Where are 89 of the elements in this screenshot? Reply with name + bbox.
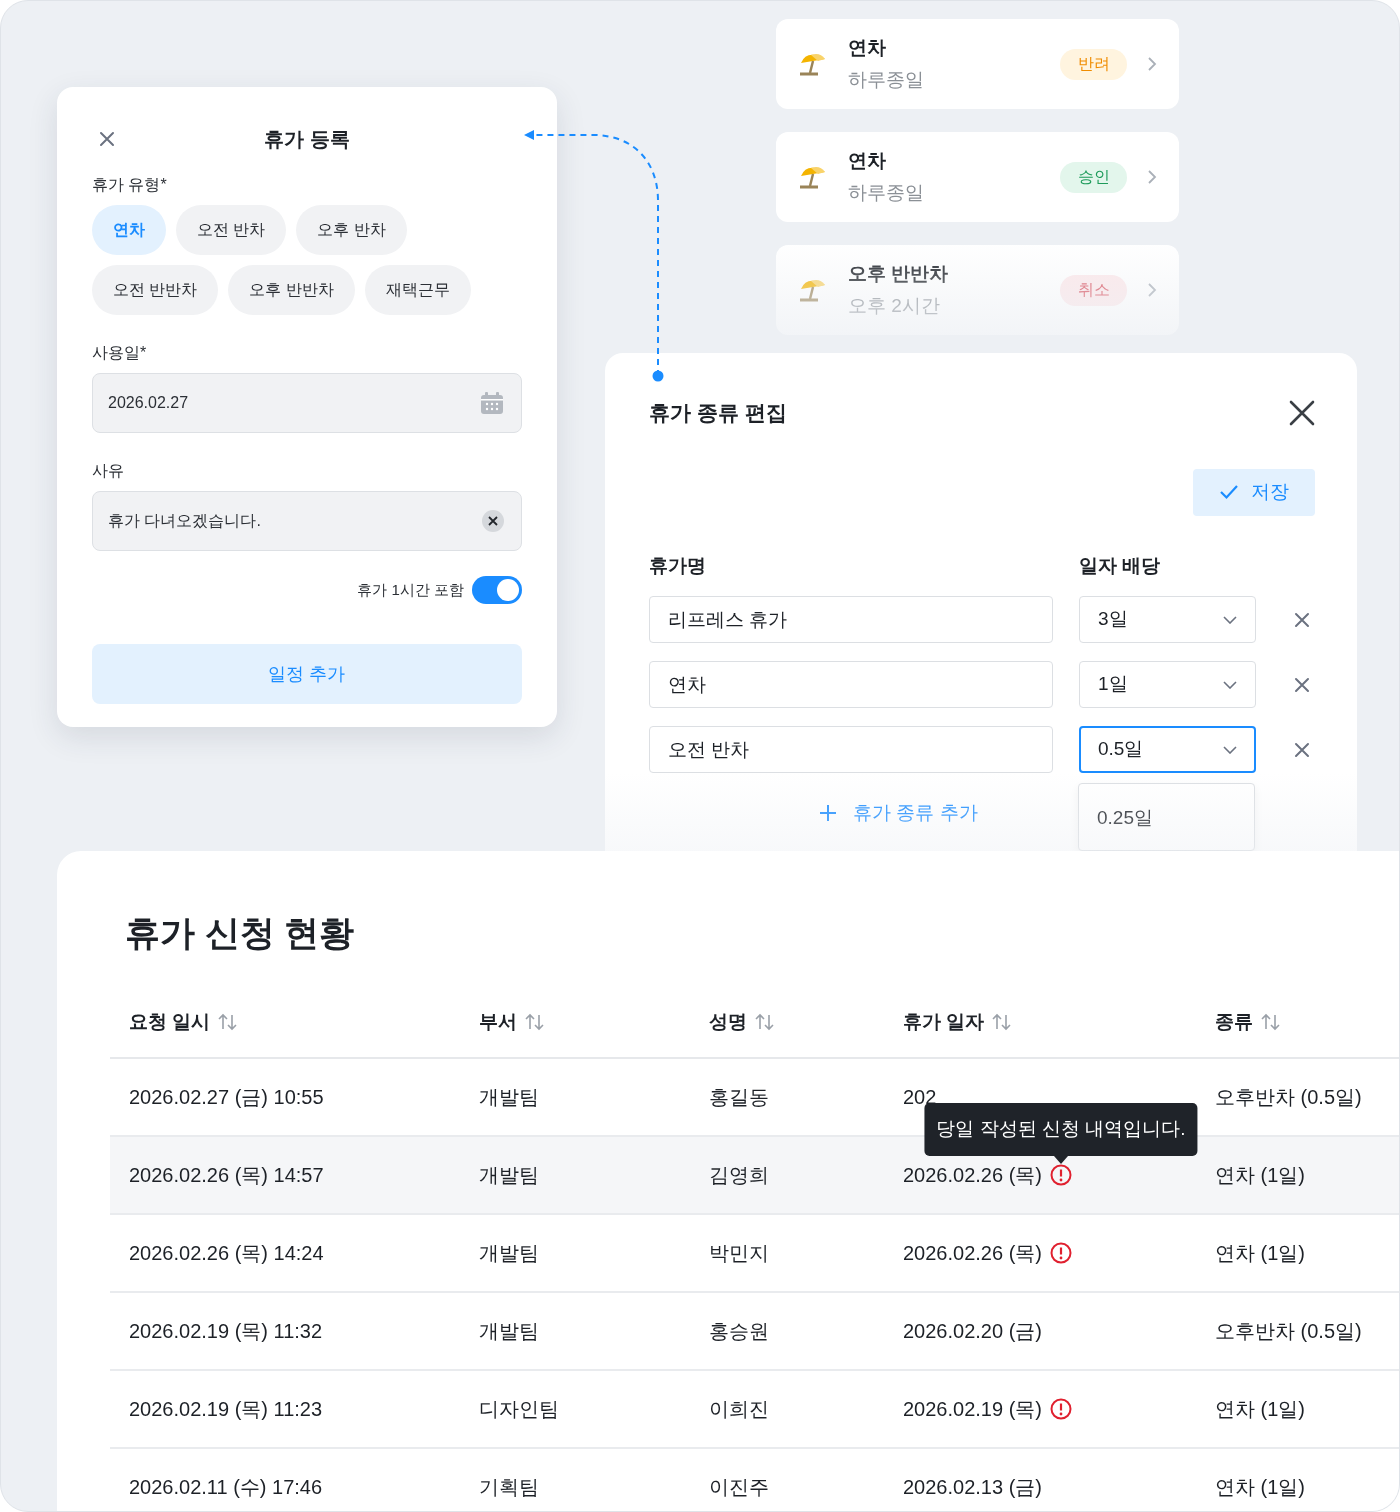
close-icon[interactable] xyxy=(1289,399,1315,426)
table-cell: 개발팀 xyxy=(479,1163,539,1186)
table-cell: 2026.02.26 (목) 14:24 xyxy=(129,1241,324,1264)
type-chip[interactable]: 오후 반차 xyxy=(296,205,407,255)
table-cell: 2026.02.27 (금) 10:55 xyxy=(129,1085,324,1108)
table-cell: 기획팀 xyxy=(479,1475,539,1498)
panel-title: 휴가 종류 편집 xyxy=(649,400,787,426)
status-card[interactable]: 오후 반반차 오후 2시간 취소 xyxy=(776,245,1179,335)
table-cell: 연차 (1일) xyxy=(1215,1241,1305,1264)
table-cell: 홍길동 xyxy=(709,1085,769,1108)
table-cell: 연차 (1일) xyxy=(1215,1397,1305,1420)
table-cell: 오후반차 (0.5일) xyxy=(1215,1085,1362,1108)
type-chip[interactable]: 오전 반차 xyxy=(176,205,287,255)
column-header[interactable]: 휴가 일자 xyxy=(903,1007,985,1037)
type-chip[interactable]: 오후 반반차 xyxy=(228,265,355,315)
toggle-label: 휴가 1시간 포함 xyxy=(357,579,464,600)
table-cell-text: 2026.02.26 (목) xyxy=(903,1240,1042,1266)
table-cell-text: 2026.02.19 (목) xyxy=(903,1396,1042,1422)
table-cell: 이진주 xyxy=(709,1475,769,1498)
table-cell: 홍승원 xyxy=(709,1319,769,1342)
table-cell: 디자인팀 xyxy=(479,1397,559,1420)
chevron-down-icon xyxy=(1223,615,1237,624)
table-cell: 오후반차 (0.5일) xyxy=(1215,1319,1362,1342)
table-cell: 2026.02.19 (목) 11:23 xyxy=(129,1397,323,1420)
status-badge: 취소 xyxy=(1060,274,1127,306)
field-label: 휴가 유형* xyxy=(92,175,168,195)
field-label: 사용일* xyxy=(92,343,148,363)
calendar-icon xyxy=(480,391,504,415)
sort-icon[interactable] xyxy=(755,1013,775,1031)
clear-icon[interactable] xyxy=(482,510,504,532)
table-cell: 개발팀 xyxy=(479,1319,539,1342)
leave-title: 연차 xyxy=(848,35,887,60)
page-title: 휴가 신청 현황 xyxy=(125,912,356,954)
table-cell: 이희진 xyxy=(709,1397,769,1420)
type-chip[interactable]: 오전 반반차 xyxy=(92,265,219,315)
table-cell: 2026.02.26 (목) 14:57 xyxy=(129,1163,324,1186)
chevron-right-icon xyxy=(1147,282,1157,298)
toggle-switch[interactable] xyxy=(472,576,522,604)
check-icon xyxy=(1219,484,1239,500)
dialog-title: 휴가 등록 xyxy=(264,127,350,152)
plus-icon xyxy=(819,804,837,823)
leave-duration: 하루종일 xyxy=(848,68,925,92)
status-card[interactable]: 연차 하루종일 반려 xyxy=(776,19,1179,109)
sort-icon[interactable] xyxy=(1261,1013,1281,1031)
table-cell-text: 2026.02.26 (목) xyxy=(903,1162,1042,1188)
chevron-right-icon xyxy=(1147,169,1157,185)
table-cell: 박민지 xyxy=(709,1241,769,1264)
leave-duration: 오후 2시간 xyxy=(848,294,941,318)
status-badge: 반려 xyxy=(1060,48,1127,80)
column-header[interactable]: 부서 xyxy=(479,1007,517,1037)
type-chip[interactable]: 재택근무 xyxy=(364,265,471,315)
chevron-down-icon xyxy=(1223,745,1237,754)
leave-title: 연차 xyxy=(848,148,887,173)
table-cell: 김영희 xyxy=(709,1163,769,1186)
status-card[interactable]: 연차 하루종일 승인 xyxy=(776,132,1179,222)
chevron-right-icon xyxy=(1147,56,1157,72)
leave-duration: 하루종일 xyxy=(848,181,925,205)
chevron-down-icon xyxy=(1223,680,1237,689)
table-cell: 2026.02.19 (목) 11:32 xyxy=(129,1319,323,1342)
sort-icon[interactable] xyxy=(525,1013,545,1031)
tooltip: 당일 작성된 신청 내역입니다. xyxy=(924,1103,1198,1156)
name-input[interactable]: 리프레스 휴가 xyxy=(649,596,1053,643)
name-input[interactable]: 연차 xyxy=(649,661,1053,708)
table-cell: 개발팀 xyxy=(479,1241,539,1264)
table-cell: 2026.02.11 (수) 17:46 xyxy=(129,1475,323,1498)
leave-title: 오후 반반차 xyxy=(848,261,950,286)
table-cell: 연차 (1일) xyxy=(1215,1163,1305,1186)
sort-icon[interactable] xyxy=(218,1013,239,1031)
reason-field[interactable]: 휴가 다녀오겠습니다. xyxy=(92,491,522,551)
table-cell-text: 2026.02.20 (금) xyxy=(903,1318,1042,1344)
days-select[interactable]: 3일 xyxy=(1079,596,1256,643)
sort-icon[interactable] xyxy=(992,1013,1013,1031)
column-header[interactable]: 종류 xyxy=(1215,1007,1253,1037)
column-header[interactable]: 성명 xyxy=(709,1007,747,1037)
table-cell-text: 2026.02.13 (금) xyxy=(903,1474,1042,1500)
days-select[interactable]: 0.5일 xyxy=(1079,726,1256,773)
column-header[interactable]: 요청 일시 xyxy=(129,1007,211,1037)
dropdown-option[interactable]: 0.25일 xyxy=(1078,783,1255,851)
name-input[interactable]: 오전 반차 xyxy=(649,726,1053,773)
column-header: 일자 배당 xyxy=(1079,553,1162,578)
column-header: 휴가명 xyxy=(649,553,707,578)
table-cell: 연차 (1일) xyxy=(1215,1475,1305,1498)
status-badge: 승인 xyxy=(1060,161,1127,193)
table-cell: 개발팀 xyxy=(479,1085,539,1108)
tooltip-pointer xyxy=(1054,1155,1068,1166)
field-label: 사유 xyxy=(92,461,125,481)
close-icon[interactable] xyxy=(97,129,117,149)
days-select[interactable]: 1일 xyxy=(1079,661,1256,708)
date-field[interactable]: 2026.02.27 xyxy=(92,373,522,433)
